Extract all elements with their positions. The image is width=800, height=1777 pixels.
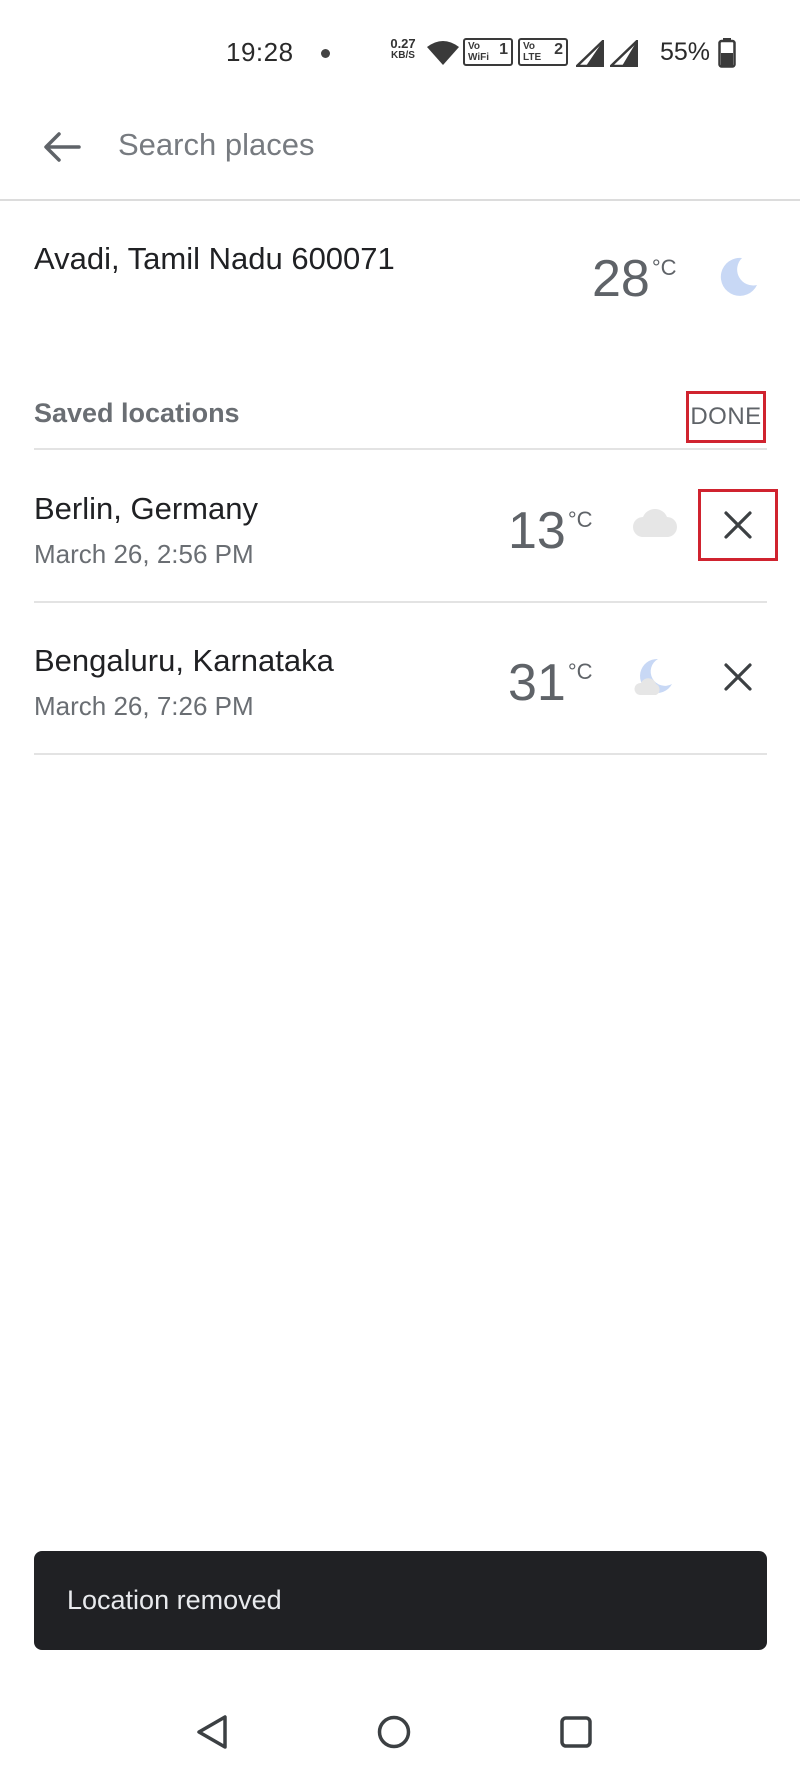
close-icon — [724, 663, 752, 691]
back-button[interactable] — [34, 119, 90, 175]
network-speed: 0.27 KB/S — [383, 36, 423, 62]
saved-location-row[interactable]: Bengaluru, Karnataka March 26, 7:26 PM 3… — [34, 603, 767, 755]
temperature-unit: °C — [651, 255, 677, 280]
status-bar: 19:28 0.27 KB/S Vo WiFi 1 Vo LTE 2 55% — [0, 0, 800, 100]
snackbar-message: Location removed — [67, 1585, 282, 1615]
battery-percentage: 55% — [660, 38, 711, 66]
search-header — [0, 100, 800, 201]
volte-badge-bottom: LTE — [523, 52, 542, 63]
signal-strength-1-icon — [576, 40, 604, 67]
location-time: March 26, 2:56 PM — [34, 539, 254, 569]
nav-home-button[interactable] — [372, 1710, 416, 1754]
location-name: Berlin, Germany — [34, 491, 258, 526]
moon-icon — [720, 257, 757, 296]
vowifi-badge: Vo WiFi 1 — [463, 38, 513, 66]
snackbar: Location removed — [34, 1551, 767, 1650]
notification-dot-icon — [321, 49, 330, 58]
location-temperature: 31°C — [508, 653, 593, 713]
triangle-back-icon — [197, 1715, 227, 1749]
vowifi-badge-sim: 1 — [499, 41, 508, 58]
nav-recents-button[interactable] — [554, 1710, 598, 1754]
volte-badge: Vo LTE 2 — [518, 38, 568, 66]
signal-strength-2-icon — [610, 40, 638, 67]
location-name: Bengaluru, Karnataka — [34, 643, 334, 678]
location-temperature: 13°C — [508, 501, 593, 561]
temperature-value: 28 — [592, 250, 650, 308]
network-speed-unit: KB/S — [391, 50, 415, 61]
wifi-icon — [427, 41, 459, 65]
saved-locations-header: Saved locations DONE — [34, 391, 767, 450]
done-button[interactable]: DONE — [686, 391, 766, 443]
network-speed-value: 0.27 — [390, 36, 416, 51]
close-icon — [724, 511, 752, 539]
volte-badge-top: Vo — [523, 41, 536, 52]
temperature-value: 13 — [508, 502, 566, 560]
volte-badge-sim: 2 — [554, 41, 563, 58]
vowifi-badge-bottom: WiFi — [468, 52, 490, 63]
remove-location-button[interactable] — [698, 641, 778, 713]
temperature-value: 31 — [508, 654, 566, 712]
temperature-unit: °C — [567, 659, 593, 684]
search-input[interactable] — [118, 120, 718, 170]
navigation-bar — [0, 1680, 800, 1777]
nav-back-button[interactable] — [190, 1710, 234, 1754]
moon-cloud-icon — [634, 658, 672, 695]
status-time: 19:28 — [226, 37, 294, 67]
circle-home-icon — [377, 1715, 411, 1749]
arrow-back-icon — [44, 132, 81, 162]
remove-location-button[interactable] — [698, 489, 778, 561]
cloud-icon — [633, 509, 677, 537]
vowifi-badge-top: Vo — [468, 41, 481, 52]
temperature-unit: °C — [567, 507, 593, 532]
square-recents-icon — [560, 1716, 592, 1748]
current-location-temperature: 28°C — [592, 249, 677, 309]
battery-icon — [718, 38, 736, 68]
location-time: March 26, 7:26 PM — [34, 691, 254, 721]
saved-location-row[interactable]: Berlin, Germany March 26, 2:56 PM 13°C — [34, 451, 778, 603]
current-location-name: Avadi, Tamil Nadu 600071 — [34, 241, 395, 276]
saved-locations-title: Saved locations — [34, 398, 240, 428]
current-location-row[interactable]: Avadi, Tamil Nadu 600071 28°C — [0, 201, 800, 341]
